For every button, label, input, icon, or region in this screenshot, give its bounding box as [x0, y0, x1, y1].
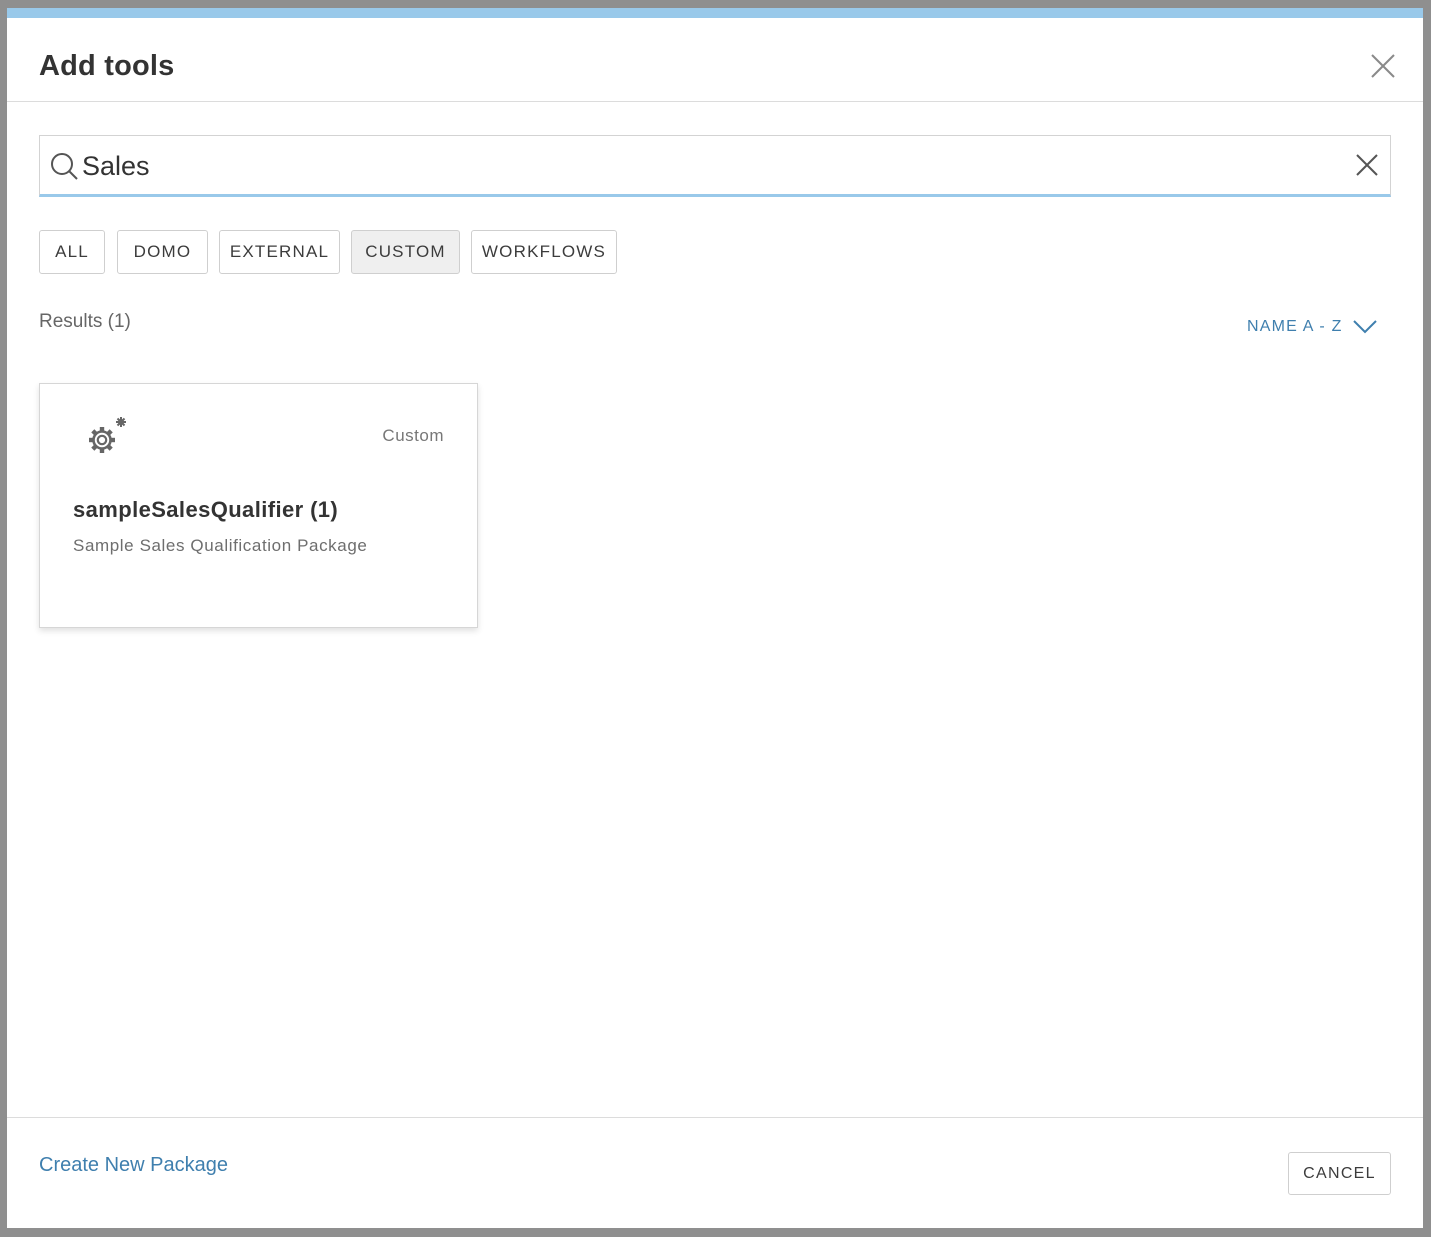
clear-icon: [1356, 154, 1378, 176]
search-input[interactable]: [80, 146, 1340, 186]
filter-workflows-button[interactable]: WORKFLOWS: [471, 230, 617, 274]
search-icon: [51, 153, 78, 180]
filter-domo-button[interactable]: DOMO: [117, 230, 208, 274]
results-count: Results (1): [39, 311, 131, 332]
close-icon: [1371, 54, 1395, 78]
card-description: Sample Sales Qualification Package: [73, 536, 368, 555]
filter-all-button[interactable]: ALL: [39, 230, 105, 274]
gear-icon: [89, 417, 126, 453]
modal-title: Add tools: [39, 50, 175, 82]
close-button[interactable]: [1369, 52, 1397, 80]
cancel-button[interactable]: CANCEL: [1288, 1152, 1391, 1195]
sort-dropdown[interactable]: NAME A - Z: [1247, 318, 1377, 336]
add-tools-modal: Add tools ALL DOMO EXTERNAL CUSTOM WORKF…: [7, 8, 1423, 1228]
search-box: [39, 135, 1391, 197]
modal-footer: Create New Package CANCEL: [7, 1117, 1423, 1228]
card-title: sampleSalesQualifier (1): [73, 497, 339, 522]
create-new-package-link[interactable]: Create New Package: [39, 1154, 228, 1177]
filter-custom-button[interactable]: CUSTOM: [351, 230, 460, 274]
card-type-label: Custom: [382, 426, 444, 445]
modal-accent-bar: [7, 8, 1423, 18]
modal-header: Add tools: [7, 18, 1423, 102]
chevron-down-icon: [1352, 320, 1377, 334]
filter-external-button[interactable]: EXTERNAL: [219, 230, 340, 274]
clear-search-button[interactable]: [1355, 153, 1379, 177]
sort-label: NAME A - Z: [1247, 318, 1343, 335]
tool-card[interactable]: Custom sampleSalesQualifier (1) Sample S…: [39, 383, 478, 628]
